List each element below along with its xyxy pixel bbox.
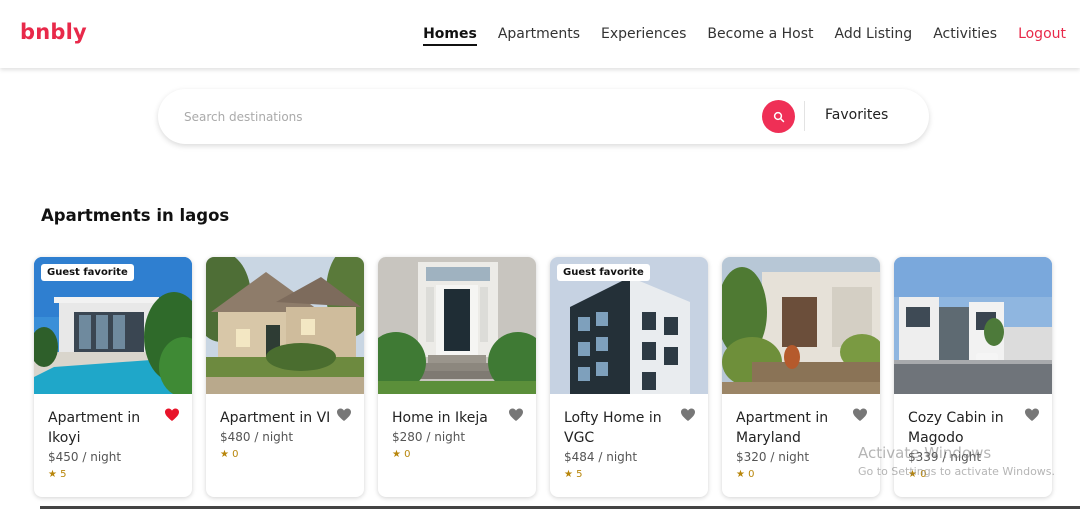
nav-apartments[interactable]: Apartments bbox=[498, 24, 580, 46]
nav-add-listing[interactable]: Add Listing bbox=[835, 24, 913, 46]
listing-image-modern-tower: Guest favorite bbox=[550, 257, 708, 394]
listing-price: $480 / night bbox=[220, 430, 294, 444]
listing-image-front-door bbox=[378, 257, 536, 394]
listing-image-suburban-house bbox=[206, 257, 364, 394]
listing-card-ikoyi[interactable]: Guest favorite Apartment in Ikoyi $450 /… bbox=[34, 257, 192, 497]
listing-price: $280 / night bbox=[392, 430, 466, 444]
search-button[interactable] bbox=[762, 100, 795, 133]
main-nav: Homes Apartments Experiences Become a Ho… bbox=[402, 24, 1066, 46]
listing-rating: ★ 0 bbox=[392, 449, 411, 460]
listing-rating: ★ 0 bbox=[220, 449, 239, 460]
listing-rating: ★ 5 bbox=[48, 469, 67, 480]
top-header: bnbly Homes Apartments Experiences Becom… bbox=[0, 0, 1080, 68]
listing-cards: Guest favorite Apartment in Ikoyi $450 /… bbox=[34, 257, 1064, 509]
nav-activities[interactable]: Activities bbox=[933, 24, 997, 46]
listing-rating: ★ 5 bbox=[564, 469, 583, 480]
guest-favorite-badge: Guest favorite bbox=[557, 264, 650, 281]
heart-icon[interactable] bbox=[680, 407, 696, 423]
listing-title: Home in Ikeja bbox=[392, 410, 488, 426]
search-bar: Favorites bbox=[158, 89, 929, 144]
listing-card-ikeja[interactable]: Home in Ikeja $280 / night ★ 0 bbox=[378, 257, 536, 497]
listing-price: $450 / night bbox=[48, 450, 122, 464]
listing-image-modern-street bbox=[894, 257, 1052, 394]
listing-title: Lofty Home in VGC bbox=[564, 410, 662, 446]
listing-price: $320 / night bbox=[736, 450, 810, 464]
listing-card-magodo[interactable]: Cozy Cabin in Magodo $339 / night ★ 0 bbox=[894, 257, 1052, 497]
nav-homes[interactable]: Homes bbox=[423, 24, 477, 46]
listing-image-stone-house bbox=[722, 257, 880, 394]
nav-experiences[interactable]: Experiences bbox=[601, 24, 686, 46]
listing-title: Cozy Cabin in Magodo bbox=[908, 410, 1004, 446]
heart-icon[interactable] bbox=[336, 407, 352, 423]
heart-icon[interactable] bbox=[1024, 407, 1040, 423]
favorites-link[interactable]: Favorites bbox=[825, 107, 888, 123]
listing-image-modern-villa: Guest favorite bbox=[34, 257, 192, 394]
brand-logo[interactable]: bnbly bbox=[20, 20, 87, 44]
heart-icon[interactable] bbox=[852, 407, 868, 423]
listing-title: Apartment in Ikoyi bbox=[48, 410, 141, 446]
listing-card-vgc[interactable]: Guest favorite Lofty Home in VGC $484 / … bbox=[550, 257, 708, 497]
search-divider bbox=[804, 101, 805, 131]
heart-icon[interactable] bbox=[164, 407, 180, 423]
listing-rating: ★ 0 bbox=[736, 469, 755, 480]
listing-title: Apartment in VI bbox=[220, 410, 331, 426]
listing-title: Apartment in Maryland bbox=[736, 410, 829, 446]
listing-price: $484 / night bbox=[564, 450, 638, 464]
logout-link[interactable]: Logout bbox=[1018, 24, 1066, 46]
listing-card-vi[interactable]: Apartment in VI $480 / night ★ 0 bbox=[206, 257, 364, 497]
listing-rating: ★ 0 bbox=[908, 469, 927, 480]
search-icon bbox=[773, 111, 784, 122]
heart-icon[interactable] bbox=[508, 407, 524, 423]
search-input[interactable] bbox=[184, 106, 744, 128]
section-title: Apartments in lagos bbox=[41, 206, 230, 225]
listing-price: $339 / night bbox=[908, 450, 982, 464]
guest-favorite-badge: Guest favorite bbox=[41, 264, 134, 281]
nav-become-host[interactable]: Become a Host bbox=[707, 24, 813, 46]
listing-card-maryland[interactable]: Apartment in Maryland $320 / night ★ 0 bbox=[722, 257, 880, 497]
